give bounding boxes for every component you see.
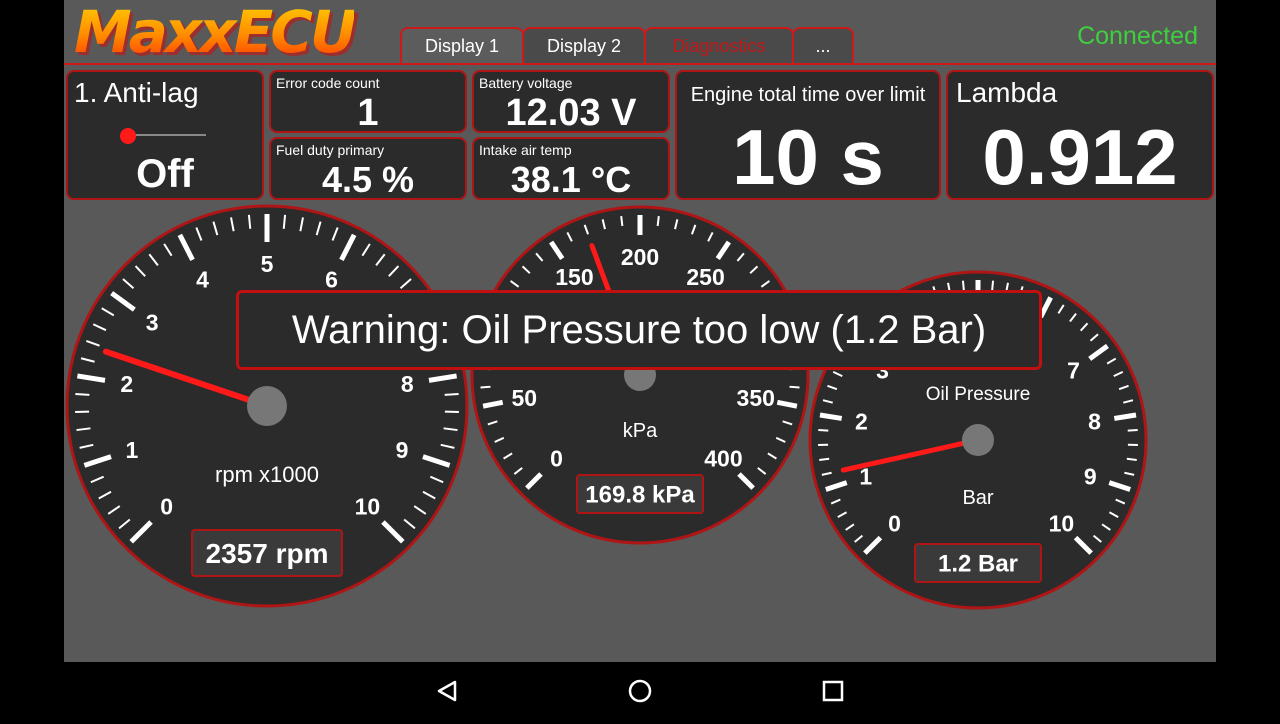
rpm-tick-label: 2 [120, 371, 133, 397]
map-tick-label: 400 [704, 445, 742, 471]
recents-button[interactable] [803, 662, 863, 720]
rpm-tick-label: 0 [160, 493, 173, 519]
oil-tick-label: 8 [1088, 409, 1101, 435]
oil-unit-label: Bar [962, 487, 993, 509]
map-tick-label: 0 [550, 445, 563, 471]
rpm-minor-tick [249, 215, 250, 229]
rpm-unit-label: rpm x1000 [215, 462, 319, 487]
map-gauge: 050100150200250300350400 kPa 169.8 kPa [472, 207, 808, 543]
recents-icon [803, 662, 863, 720]
rpm-minor-tick [284, 215, 285, 229]
map-minor-tick [658, 216, 659, 226]
rpm-minor-tick [445, 394, 459, 395]
rpm-tick-label: 6 [325, 267, 338, 293]
oil-major-tick [1114, 415, 1136, 418]
rpm-gauge: 012345678910 rpm x1000 2357 rpm [67, 206, 467, 606]
rpm-tick-label: 5 [261, 251, 274, 277]
oil-title-label: Oil Pressure [926, 384, 1031, 405]
map-unit-label: kPa [623, 420, 658, 442]
rpm-readout: 2357 rpm [206, 538, 329, 569]
map-tick-label: 50 [511, 385, 537, 411]
android-nav-bar [0, 662, 1280, 720]
oil-tick-label: 2 [855, 409, 868, 435]
map-tick-label: 200 [621, 244, 659, 270]
map-minor-tick [480, 387, 490, 388]
oil-major-tick [820, 415, 842, 418]
rpm-tick-label: 3 [146, 310, 159, 336]
rpm-tick-label: 9 [396, 437, 409, 463]
map-minor-tick [621, 216, 622, 226]
home-icon [610, 662, 670, 720]
oil-readout: 1.2 Bar [938, 550, 1018, 577]
rpm-tick-label: 4 [196, 267, 209, 293]
oil-minor-tick [1127, 459, 1137, 460]
oil-minor-tick [819, 459, 829, 460]
rpm-tick-label: 8 [401, 371, 414, 397]
oil-tick-label: 7 [1067, 358, 1080, 384]
home-button[interactable] [610, 662, 670, 720]
back-button[interactable] [417, 662, 477, 720]
oil-tick-label: 0 [888, 510, 901, 536]
oil-minor-tick [818, 430, 828, 431]
rpm-minor-tick [75, 394, 89, 395]
oil-pressure-warning[interactable]: Warning: Oil Pressure too low (1.2 Bar) [236, 290, 1042, 370]
rpm-needle-hub [247, 386, 287, 426]
map-readout: 169.8 kPa [585, 481, 695, 508]
rpm-tick-label: 1 [126, 437, 139, 463]
back-icon [417, 662, 477, 720]
oil-minor-tick [1128, 430, 1138, 431]
oil-tick-label: 10 [1049, 510, 1075, 536]
map-tick-label: 250 [686, 264, 724, 290]
map-tick-label: 150 [555, 264, 593, 290]
rpm-tick-label: 10 [355, 493, 381, 519]
map-tick-label: 350 [737, 385, 775, 411]
app-screen: MaxxECU MaxxECU Display 1 Display 2 Diag… [64, 0, 1216, 662]
map-minor-tick [790, 387, 800, 388]
oil-needle-hub [962, 424, 994, 456]
oil-tick-label: 9 [1084, 464, 1097, 490]
